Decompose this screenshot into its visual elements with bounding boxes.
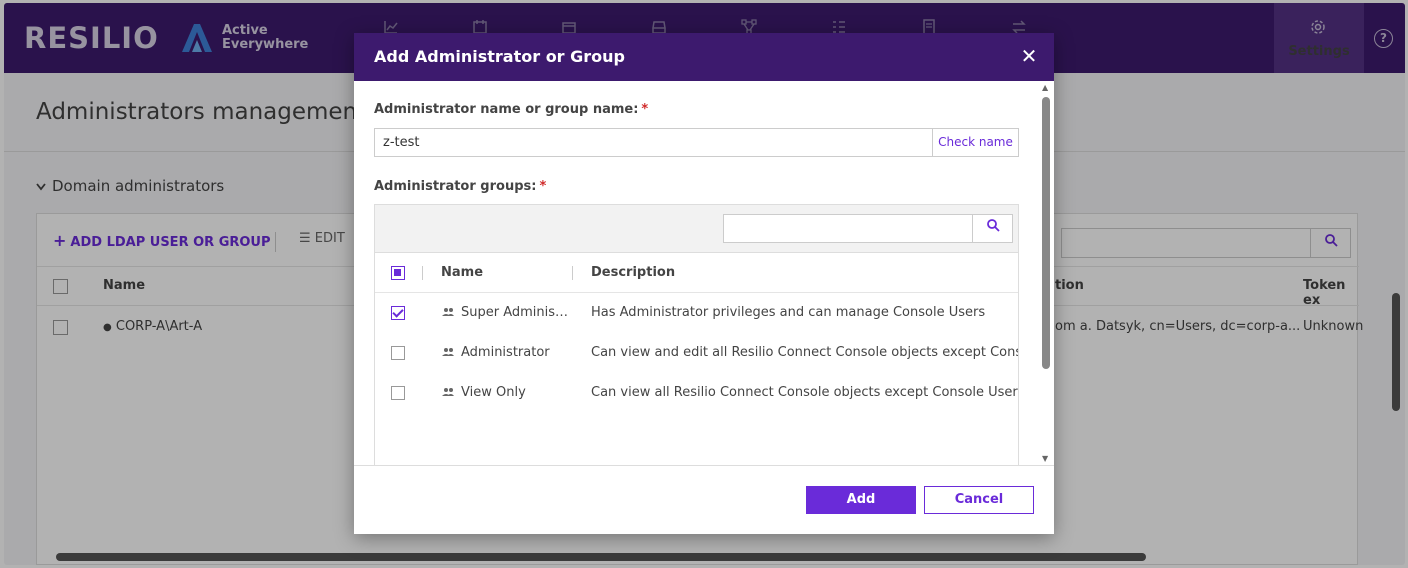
group-icon: [442, 308, 454, 316]
grid-toolbar: [375, 205, 1018, 253]
group-description: Can view all Resilio Connect Console obj…: [591, 385, 1019, 400]
grid-header: Name Description: [375, 253, 1018, 293]
group-checkbox[interactable]: [391, 306, 405, 320]
groups-label: Administrator groups: *: [374, 179, 547, 194]
add-administrator-dialog: Add Administrator or Group ✕ Administrat…: [354, 33, 1054, 534]
check-name-button[interactable]: Check name: [932, 128, 1019, 157]
required-mark: *: [641, 102, 649, 117]
select-all-checkbox[interactable]: [391, 266, 405, 280]
name-label: Administrator name or group name: *: [374, 102, 649, 117]
group-icon: [442, 348, 454, 356]
column-name[interactable]: Name: [441, 265, 483, 280]
dialog-title: Add Administrator or Group: [374, 47, 625, 66]
cancel-button[interactable]: Cancel: [924, 486, 1034, 514]
group-name: Super Administrator: [461, 305, 571, 320]
groups-grid: Name Description Super Administrator Has…: [374, 204, 1019, 465]
add-button[interactable]: Add: [806, 486, 916, 514]
group-search-input[interactable]: [723, 214, 1013, 243]
group-icon: [442, 388, 454, 396]
dialog-footer: Add Cancel: [354, 465, 1054, 534]
dialog-header: Add Administrator or Group ✕: [354, 33, 1054, 81]
column-separator: [422, 266, 423, 280]
close-icon[interactable]: ✕: [1016, 43, 1042, 69]
column-description[interactable]: Description: [591, 265, 675, 280]
column-separator: [572, 266, 573, 280]
group-row[interactable]: View Only Can view all Resilio Connect C…: [375, 373, 1019, 413]
scroll-thumb[interactable]: [1042, 97, 1050, 369]
group-row[interactable]: Administrator Can view and edit all Resi…: [375, 333, 1018, 373]
search-icon[interactable]: [972, 215, 1012, 242]
group-name: Administrator: [461, 345, 550, 360]
group-description: Has Administrator privileges and can man…: [591, 305, 986, 320]
group-checkbox[interactable]: [391, 386, 405, 400]
scroll-down-icon[interactable]: ▼: [1042, 454, 1048, 463]
group-description: Can view and edit all Resilio Connect Co…: [591, 345, 1018, 360]
dialog-scrollbar[interactable]: ▲ ▼: [1040, 83, 1052, 463]
group-checkbox[interactable]: [391, 346, 405, 360]
group-row[interactable]: Super Administrator Has Administrator pr…: [375, 293, 1018, 333]
scroll-up-icon[interactable]: ▲: [1042, 83, 1048, 92]
group-name: View Only: [461, 385, 526, 400]
name-input[interactable]: z-test: [374, 128, 933, 157]
dialog-body: Administrator name or group name: * z-tes…: [354, 81, 1054, 465]
required-mark: *: [539, 179, 547, 194]
